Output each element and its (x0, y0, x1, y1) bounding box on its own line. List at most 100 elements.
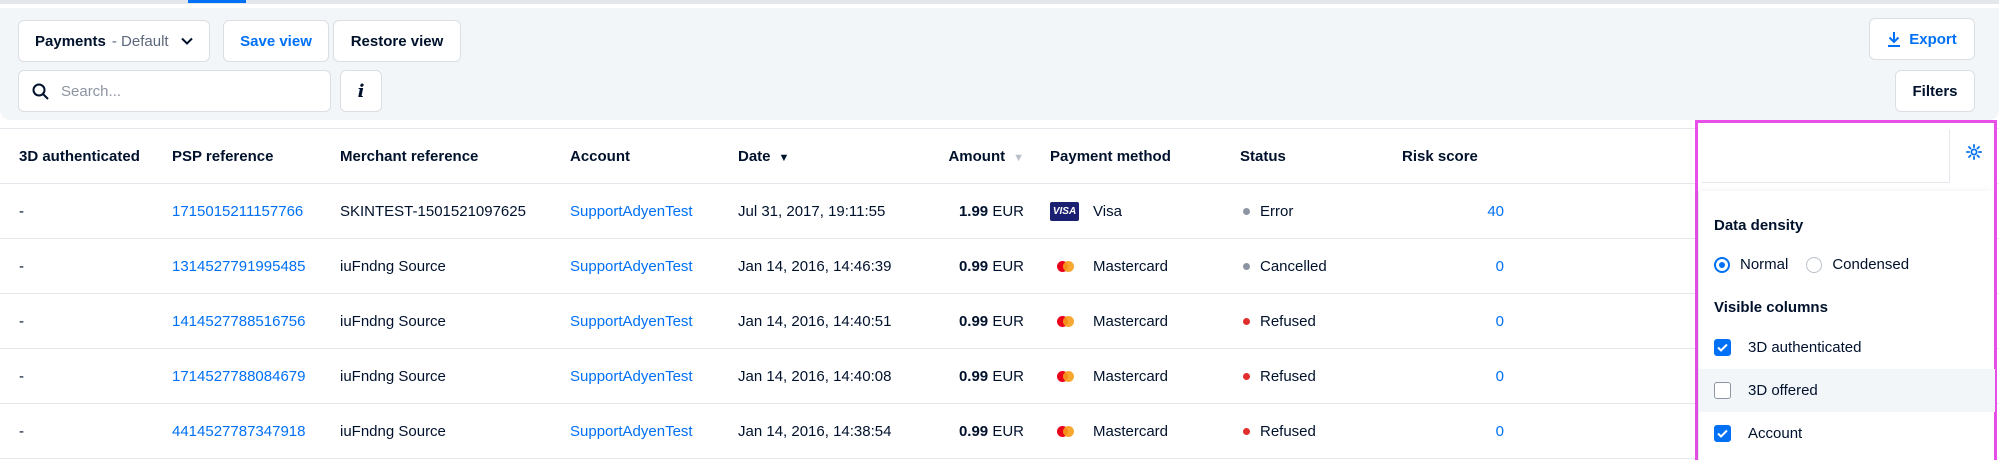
auth-cell: - (0, 348, 172, 404)
restore-view-button[interactable]: Restore view (333, 20, 461, 62)
account-link[interactable]: SupportAdyenTest (570, 293, 738, 349)
status-dot-icon (1243, 262, 1250, 270)
gear-icon[interactable] (1965, 143, 1983, 161)
column-header-3d-authenticated[interactable]: 3D authenticated (0, 128, 172, 184)
payment-method-cell: Mastercard (1050, 293, 1240, 349)
psp-reference-link[interactable]: 1414527788516756 (172, 293, 340, 349)
amount-cell: 0.99 EUR (926, 238, 1050, 294)
amount-cell: 0.99 EUR (926, 293, 1050, 349)
column-toggle-label: Account (1748, 425, 1803, 442)
psp-reference-link[interactable]: 1715015211157766 (172, 183, 340, 239)
merchant-reference-cell: iuFndng Source (340, 348, 570, 404)
column-settings-panel: Data density Normal Condensed Visible co… (1698, 191, 1995, 460)
active-tab-indicator (188, 0, 246, 3)
mastercard-icon (1050, 312, 1079, 331)
column-header-psp-reference[interactable]: PSP reference (172, 128, 340, 184)
risk-score-link[interactable]: 0 (1402, 293, 1534, 349)
psp-reference-link[interactable]: 4414527787347918 (172, 403, 340, 459)
sort-inactive-icon[interactable]: ▼ (1013, 152, 1024, 164)
view-suffix: - Default (111, 32, 169, 50)
column-toggle-label: 3D authenticated (1748, 339, 1862, 356)
date-cell: Jan 14, 2016, 14:40:08 (738, 348, 926, 404)
account-link[interactable]: SupportAdyenTest (570, 403, 738, 459)
date-header-label: Date (738, 147, 771, 165)
risk-score-link[interactable]: 0 (1402, 238, 1534, 294)
chevron-down-icon (180, 37, 193, 45)
psp-reference-link[interactable]: 1714527788084679 (172, 348, 340, 404)
amount-cell: 0.99 EUR (926, 348, 1050, 404)
status-cell: Cancelled (1240, 238, 1402, 294)
column-toggle-label: 3D offered (1748, 382, 1818, 399)
psp-reference-link[interactable]: 1314527791995485 (172, 238, 340, 294)
density-condensed-radio[interactable] (1806, 256, 1823, 273)
amount-value: 0.99 (958, 257, 989, 275)
date-cell: Jan 14, 2016, 14:38:54 (738, 403, 926, 459)
check-icon (1717, 429, 1728, 438)
amount-cell: 1.99 EUR (926, 183, 1050, 239)
toolbar: Payments - Default Save view Restore vie… (0, 8, 1999, 120)
view-selector[interactable]: Payments - Default (18, 20, 210, 62)
status-cell: Refused (1240, 403, 1402, 459)
density-condensed-label[interactable]: Condensed (1832, 256, 1909, 273)
status-cell: Error (1240, 183, 1402, 239)
column-settings-highlight: Data density Normal Condensed Visible co… (1695, 120, 1997, 460)
save-view-button[interactable]: Save view (223, 20, 329, 62)
column-settings-header-cell (1702, 129, 1950, 183)
account-link[interactable]: SupportAdyenTest (570, 348, 738, 404)
date-cell: Jan 14, 2016, 14:40:51 (738, 293, 926, 349)
column-toggle-3d-offered[interactable]: 3D offered (1699, 369, 1995, 412)
risk-score-link[interactable]: 40 (1402, 183, 1534, 239)
download-icon (1888, 32, 1901, 47)
checkbox-checked[interactable] (1714, 425, 1731, 442)
payment-method-cell: VISA Visa (1050, 183, 1240, 239)
column-header-date[interactable]: Date ▼ (738, 128, 926, 184)
mastercard-icon (1050, 367, 1079, 386)
amount-currency: EUR (992, 312, 1024, 330)
search-field[interactable] (18, 70, 331, 112)
checkbox-checked[interactable] (1714, 339, 1731, 356)
account-link[interactable]: SupportAdyenTest (570, 238, 738, 294)
merchant-reference-cell: iuFndng Source (340, 403, 570, 459)
filters-button[interactable]: Filters (1895, 70, 1975, 112)
mastercard-icon (1050, 257, 1079, 276)
auth-cell: - (0, 293, 172, 349)
column-header-merchant-reference[interactable]: Merchant reference (340, 128, 570, 184)
status-label: Refused (1260, 422, 1316, 440)
risk-score-link[interactable]: 0 (1402, 403, 1534, 459)
column-toggle-account[interactable]: Account (1699, 412, 1995, 455)
auth-cell: - (0, 403, 172, 459)
density-normal-radio[interactable] (1714, 256, 1730, 273)
status-dot-icon (1243, 372, 1250, 380)
amount-value: 0.99 (958, 312, 989, 330)
density-normal-label[interactable]: Normal (1740, 256, 1788, 273)
payment-method-label: Mastercard (1093, 312, 1169, 330)
date-cell: Jul 31, 2017, 19:11:55 (738, 183, 926, 239)
sort-descending-icon[interactable]: ▼ (779, 152, 790, 164)
status-label: Cancelled (1260, 257, 1327, 275)
column-toggle-3d-authenticated[interactable]: 3D authenticated (1699, 326, 1995, 369)
payment-method-label: Visa (1093, 202, 1122, 220)
account-link[interactable]: SupportAdyenTest (570, 183, 738, 239)
payment-method-label: Mastercard (1093, 257, 1169, 275)
status-cell: Refused (1240, 348, 1402, 404)
status-label: Error (1260, 202, 1294, 220)
export-button[interactable]: Export (1869, 18, 1975, 60)
export-label: Export (1909, 30, 1957, 48)
density-radio-group: Normal Condensed (1714, 256, 1927, 273)
search-input[interactable] (61, 82, 301, 100)
tabs-underline (0, 0, 1999, 4)
column-header-status[interactable]: Status (1240, 128, 1402, 184)
info-button[interactable]: i (340, 70, 382, 112)
payment-method-label: Mastercard (1093, 367, 1169, 385)
risk-score-link[interactable]: 0 (1402, 348, 1534, 404)
column-header-payment-method[interactable]: Payment method (1050, 128, 1240, 184)
column-header-risk-score[interactable]: Risk score (1402, 128, 1534, 184)
merchant-reference-cell: iuFndng Source (340, 293, 570, 349)
column-header-account[interactable]: Account (570, 128, 738, 184)
status-label: Refused (1260, 367, 1316, 385)
column-header-amount[interactable]: Amount ▼ (926, 128, 1050, 184)
amount-value: 0.99 (958, 367, 989, 385)
date-cell: Jan 14, 2016, 14:46:39 (738, 238, 926, 294)
checkbox-unchecked[interactable] (1714, 382, 1731, 399)
merchant-reference-cell: SKINTEST-1501521097625 (340, 183, 570, 239)
